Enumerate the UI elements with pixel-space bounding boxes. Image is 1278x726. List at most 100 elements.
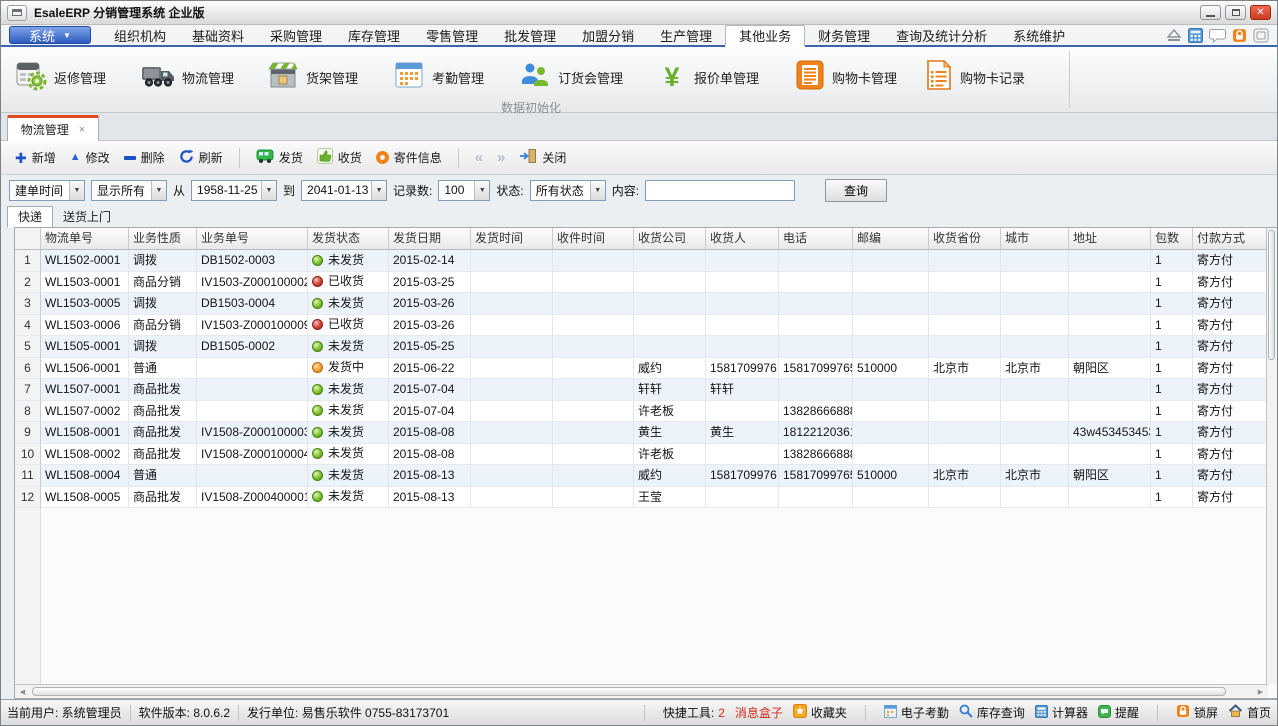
scroll-left-icon[interactable]: ◀ xyxy=(15,685,30,698)
table-row[interactable]: 6WL1506-0001普通发货中2015-06-22威约15817099761… xyxy=(15,358,1277,380)
column-header[interactable]: 业务性质 xyxy=(129,228,197,249)
delete-button[interactable]: 删除 xyxy=(124,149,165,166)
app-window-icon[interactable] xyxy=(7,5,27,21)
column-header[interactable]: 物流单号 xyxy=(41,228,129,249)
tab-close-icon[interactable]: × xyxy=(79,124,85,136)
menu-item-5[interactable]: 批发管理 xyxy=(491,25,569,45)
column-header[interactable]: 电话 xyxy=(779,228,853,249)
thumbs-up-icon xyxy=(317,148,333,167)
stock-query-button[interactable]: 库存查询 xyxy=(959,704,1025,721)
mail-info-button[interactable]: 寄件信息 xyxy=(376,149,442,166)
table-cell xyxy=(779,272,853,294)
column-header[interactable]: 业务单号 xyxy=(197,228,308,249)
maximize-button[interactable] xyxy=(1225,5,1246,20)
time-field-select[interactable]: 建单时间▼ xyxy=(9,180,85,201)
table-row[interactable]: 2WL1503-0001商品分销IV1503-Z000100002已收货2015… xyxy=(15,272,1277,294)
reminder-button[interactable]: 提醒 xyxy=(1098,704,1139,721)
add-button[interactable]: ✚新增 xyxy=(15,149,56,166)
ribbon-item-logistics[interactable]: 物流管理 xyxy=(141,55,267,99)
lock-icon[interactable] xyxy=(1232,28,1247,43)
close-tab-button[interactable]: 关闭 xyxy=(519,148,566,167)
menu-item-8[interactable]: 其他业务 xyxy=(725,25,805,47)
ribbon-item-repair[interactable]: 返修管理 xyxy=(15,55,141,99)
vertical-scrollbar-thumb[interactable] xyxy=(1268,230,1275,360)
content-input[interactable] xyxy=(645,180,795,201)
subtab-home-delivery[interactable]: 送货上门 xyxy=(53,207,121,227)
calendar-icon[interactable] xyxy=(1188,28,1203,43)
column-header[interactable]: 发货状态 xyxy=(308,228,389,249)
table-row[interactable]: 8WL1507-0002商品批发未发货2015-07-04许老板13828666… xyxy=(15,401,1277,423)
menu-item-6[interactable]: 加盟分销 xyxy=(569,25,647,45)
table-row[interactable]: 9WL1508-0001商品批发IV1508-Z000100003未发货2015… xyxy=(15,422,1277,444)
subtab-express[interactable]: 快递 xyxy=(7,206,53,228)
system-menu-button[interactable]: 系统 ▼ xyxy=(9,26,91,44)
column-header[interactable]: 收货省份 xyxy=(929,228,1001,249)
table-row[interactable]: 4WL1503-0006商品分销IV1503-Z000100009已收货2015… xyxy=(15,315,1277,337)
ribbon-item-shelf[interactable]: 货架管理 xyxy=(267,55,393,99)
receive-button[interactable]: 收货 xyxy=(317,148,362,167)
prev-page-button[interactable]: « xyxy=(475,150,483,165)
to-date-select[interactable]: 2041-01-13▼ xyxy=(301,180,387,201)
menu-item-9[interactable]: 财务管理 xyxy=(805,25,883,45)
show-all-select[interactable]: 显示所有▼ xyxy=(91,180,167,201)
vertical-scrollbar[interactable] xyxy=(1266,228,1277,684)
e-attendance-button[interactable]: 电子考勤 xyxy=(884,704,949,721)
menu-item-0[interactable]: 组织机构 xyxy=(101,25,179,45)
calculator-button[interactable]: 计算器 xyxy=(1035,704,1088,721)
ribbon-item-shopping-card[interactable]: 购物卡管理 xyxy=(795,55,925,99)
column-header[interactable] xyxy=(15,228,41,249)
ribbon-item-quotation[interactable]: ¥ 报价单管理 xyxy=(657,55,795,99)
status-select[interactable]: 所有状态▼ xyxy=(530,180,606,201)
table-row[interactable]: 7WL1507-0001商品批发未发货2015-07-04轩轩轩轩1寄方付 xyxy=(15,379,1277,401)
column-header[interactable]: 发货日期 xyxy=(389,228,471,249)
table-row[interactable]: 3WL1503-0005调拨DB1503-0004未发货2015-03-261寄… xyxy=(15,293,1277,315)
message-box-button[interactable]: 消息盒子 xyxy=(735,704,783,721)
minimize-button[interactable] xyxy=(1200,5,1221,20)
table-row[interactable]: 12WL1508-0005商品批发IV1508-Z000400001未发货201… xyxy=(15,487,1277,509)
column-header[interactable]: 发货时间 xyxy=(471,228,553,249)
menu-item-2[interactable]: 采购管理 xyxy=(257,25,335,45)
column-header[interactable]: 包数 xyxy=(1151,228,1193,249)
message-bubble-icon[interactable] xyxy=(1209,28,1226,43)
column-header[interactable]: 城市 xyxy=(1001,228,1069,249)
menu-item-4[interactable]: 零售管理 xyxy=(413,25,491,45)
ribbon-item-shopping-card-record[interactable]: 购物卡记录 xyxy=(925,55,1055,99)
menu-item-3[interactable]: 库存管理 xyxy=(335,25,413,45)
menu-item-10[interactable]: 查询及统计分析 xyxy=(883,25,1000,45)
horizontal-scrollbar-thumb[interactable] xyxy=(32,687,1226,696)
scroll-right-icon[interactable]: ▶ xyxy=(1253,685,1268,698)
search-button[interactable]: 查询 xyxy=(825,179,887,202)
column-header[interactable]: 地址 xyxy=(1069,228,1151,249)
table-row[interactable]: 11WL1508-0004普通未发货2015-08-13威约1581709976… xyxy=(15,465,1277,487)
close-button[interactable]: ✕ xyxy=(1250,5,1271,20)
screen-icon[interactable] xyxy=(1253,28,1269,43)
table-row[interactable]: 5WL1505-0001调拨DB1505-0002未发货2015-05-251寄… xyxy=(15,336,1277,358)
horizontal-scrollbar[interactable]: ◀ ▶ xyxy=(15,684,1268,698)
table-cell: 北京市 xyxy=(929,358,1001,380)
from-date-select[interactable]: 1958-11-25▼ xyxy=(191,180,277,201)
column-header[interactable]: 邮编 xyxy=(853,228,929,249)
column-header[interactable]: 付款方式 xyxy=(1193,228,1268,249)
eject-icon[interactable] xyxy=(1166,28,1182,43)
table-cell xyxy=(1069,272,1151,294)
column-header[interactable]: 收货公司 xyxy=(634,228,706,249)
ship-button[interactable]: 发货 xyxy=(256,148,303,167)
records-select[interactable]: 100▼ xyxy=(438,180,490,201)
menu-item-7[interactable]: 生产管理 xyxy=(647,25,725,45)
table-cell xyxy=(1001,272,1069,294)
next-page-button[interactable]: » xyxy=(497,150,505,165)
refresh-button[interactable]: 刷新 xyxy=(179,149,223,167)
menu-item-11[interactable]: 系统维护 xyxy=(1000,25,1078,45)
lock-screen-button[interactable]: 锁屏 xyxy=(1176,704,1218,721)
ribbon-item-attendance[interactable]: 考勤管理 xyxy=(393,55,519,99)
home-button[interactable]: 首页 xyxy=(1228,704,1271,721)
ribbon-item-order-meeting[interactable]: 订货会管理 xyxy=(519,55,657,99)
modify-button[interactable]: ▲修改 xyxy=(70,149,110,166)
column-header[interactable]: 收件时间 xyxy=(553,228,634,249)
table-row[interactable]: 10WL1508-0002商品批发IV1508-Z000100004未发货201… xyxy=(15,444,1277,466)
menu-item-1[interactable]: 基础资料 xyxy=(179,25,257,45)
column-header[interactable]: 收货人 xyxy=(706,228,779,249)
tab-logistics[interactable]: 物流管理 × xyxy=(7,115,99,141)
favorites-button[interactable]: 收藏夹 xyxy=(793,704,847,721)
table-row[interactable]: 1WL1502-0001调拨DB1502-0003未发货2015-02-141寄… xyxy=(15,250,1277,272)
